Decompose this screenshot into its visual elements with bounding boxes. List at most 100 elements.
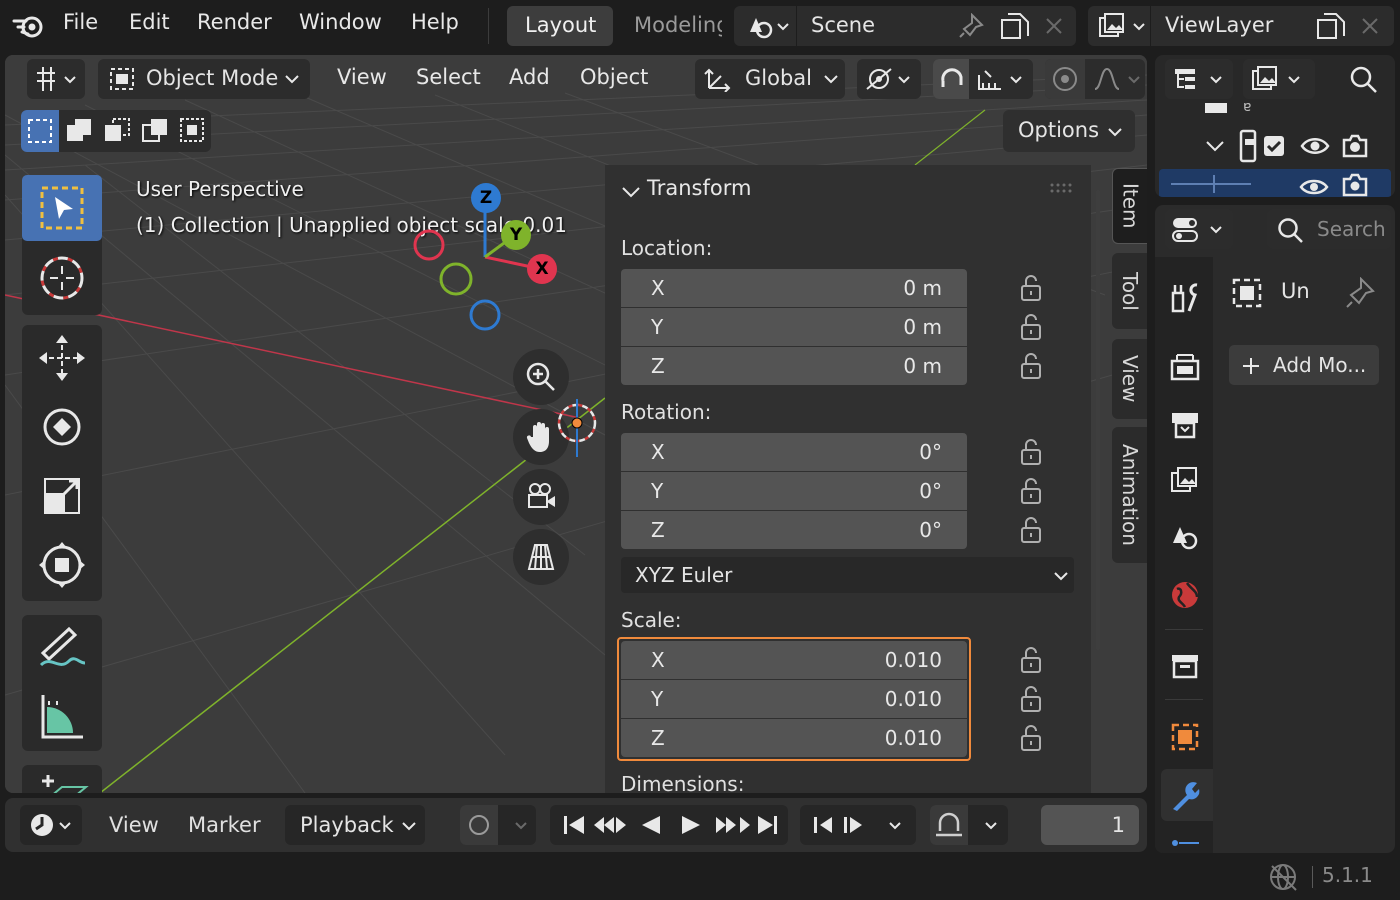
display-mode-dropdown[interactable] xyxy=(1165,59,1233,99)
tool-select-box[interactable] xyxy=(22,175,102,241)
render-layer-icon[interactable] xyxy=(1096,12,1150,40)
menu-help[interactable]: Help xyxy=(411,10,459,34)
modifier-tab-active[interactable] xyxy=(1161,769,1213,821)
rotation-y-field[interactable]: Y 0° xyxy=(621,472,967,510)
lock-icon[interactable] xyxy=(1020,516,1042,544)
camera-icon[interactable] xyxy=(1341,173,1369,197)
new-scene-icon[interactable] xyxy=(1000,12,1030,40)
lock-icon[interactable] xyxy=(1020,438,1042,466)
editor-type-button[interactable] xyxy=(1165,209,1233,249)
proportional-edit[interactable] xyxy=(1045,59,1145,99)
select-new-button[interactable] xyxy=(21,110,59,152)
rotation-z-field[interactable]: Z 0° xyxy=(621,511,967,549)
close-icon[interactable] xyxy=(1044,16,1064,36)
tool-move[interactable] xyxy=(22,325,102,391)
location-y-field[interactable]: Y0 m xyxy=(621,308,967,346)
scale-y-field[interactable]: Y 0.010 xyxy=(621,680,967,718)
eye-icon[interactable] xyxy=(1300,135,1330,157)
playback-dropdown[interactable]: Playback xyxy=(285,805,425,845)
scale-z-field[interactable]: Z 0.010 xyxy=(621,719,967,757)
menu-add[interactable]: Add xyxy=(509,65,550,89)
tool-scale[interactable] xyxy=(22,463,102,529)
snap-controls[interactable] xyxy=(933,59,1033,99)
view-layer-name[interactable]: ViewLayer xyxy=(1165,13,1273,37)
select-mode-icons[interactable] xyxy=(65,117,205,145)
tool-settings-icon[interactable] xyxy=(1169,281,1201,315)
close-icon[interactable] xyxy=(1360,16,1380,36)
view-layer-properties-icon[interactable] xyxy=(1169,465,1201,495)
panel-scrollbar[interactable] xyxy=(1096,190,1100,650)
keyframe-jump-controls[interactable] xyxy=(800,805,916,845)
options-dropdown[interactable]: Options xyxy=(1003,110,1135,152)
menu-file[interactable]: File xyxy=(63,10,98,34)
projection-toggle-button[interactable] xyxy=(513,529,569,585)
eye-icon[interactable] xyxy=(1299,177,1329,197)
tab-modeling[interactable]: Modeling xyxy=(616,6,722,46)
tool-rotate[interactable] xyxy=(22,394,102,460)
pin-icon[interactable] xyxy=(1345,277,1377,309)
panel-title-transform[interactable]: Transform xyxy=(647,176,751,200)
checkbox-icon[interactable] xyxy=(1263,135,1285,157)
editor-type-button[interactable] xyxy=(27,59,85,99)
output-properties-icon[interactable] xyxy=(1169,409,1201,439)
location-x-field[interactable]: X0 m xyxy=(621,269,967,307)
keying-button[interactable] xyxy=(460,805,536,845)
gizmo-x-axis[interactable]: X xyxy=(527,254,557,284)
lock-icon[interactable] xyxy=(1020,352,1042,380)
scale-x-field[interactable]: X 0.010 xyxy=(621,641,967,679)
location-z-field[interactable]: Z0 m xyxy=(621,347,967,385)
current-frame-field[interactable]: 1 xyxy=(1041,805,1139,845)
tab-animation[interactable]: Animation xyxy=(1112,427,1147,563)
world-properties-icon[interactable] xyxy=(1169,579,1201,611)
search-field[interactable]: Search xyxy=(1267,209,1391,249)
rotation-mode-dropdown[interactable]: XYZ Euler xyxy=(621,557,1074,593)
editor-type-button[interactable] xyxy=(20,805,82,845)
menu-marker[interactable]: Marker xyxy=(188,813,261,837)
menu-view[interactable]: View xyxy=(109,813,159,837)
gizmo-y-axis[interactable]: Y xyxy=(501,220,531,250)
network-disabled-icon[interactable] xyxy=(1268,862,1300,892)
rotation-x-field[interactable]: X 0° xyxy=(621,433,967,471)
tool-cursor[interactable] xyxy=(22,245,102,311)
tab-item[interactable]: Item xyxy=(1112,168,1147,244)
camera-view-button[interactable] xyxy=(513,469,569,525)
menu-object[interactable]: Object xyxy=(580,65,648,89)
chevron-down-icon[interactable] xyxy=(1205,139,1225,155)
camera-icon[interactable] xyxy=(1341,133,1369,159)
lock-icon[interactable] xyxy=(1020,724,1042,752)
outliner[interactable]: ɐ xyxy=(1155,55,1395,197)
scene-icon[interactable] xyxy=(742,12,792,40)
tool-measure[interactable] xyxy=(22,683,102,749)
menu-edit[interactable]: Edit xyxy=(129,10,170,34)
object-properties-icon[interactable] xyxy=(1169,721,1201,753)
object-name[interactable]: Un xyxy=(1281,279,1310,303)
add-modifier-button[interactable]: Add Mo... xyxy=(1229,345,1379,385)
3d-viewport[interactable]: Object Mode View Select Add Object Globa… xyxy=(5,55,1147,793)
menu-render[interactable]: Render xyxy=(197,10,272,34)
menu-window[interactable]: Window xyxy=(299,10,382,34)
blender-logo-icon[interactable] xyxy=(12,12,46,40)
pin-icon[interactable] xyxy=(958,13,986,39)
orientation-dropdown[interactable]: Global xyxy=(695,59,845,99)
render-properties-icon[interactable] xyxy=(1169,353,1201,383)
mode-dropdown[interactable]: Object Mode xyxy=(98,59,310,99)
tab-tool[interactable]: Tool xyxy=(1112,253,1147,329)
outliner-row-selected[interactable] xyxy=(1159,169,1391,197)
search-icon[interactable] xyxy=(1349,65,1379,95)
new-layer-icon[interactable] xyxy=(1316,12,1346,40)
filter-dropdown[interactable] xyxy=(1243,59,1315,99)
tab-view[interactable]: View xyxy=(1112,339,1147,419)
menu-view[interactable]: View xyxy=(337,65,387,89)
lock-icon[interactable] xyxy=(1020,313,1042,341)
tool-transform[interactable] xyxy=(22,532,102,598)
pivot-dropdown[interactable] xyxy=(857,59,921,99)
menu-select[interactable]: Select xyxy=(416,65,481,89)
chevron-down-icon[interactable] xyxy=(621,185,641,201)
transport-icons[interactable] xyxy=(554,811,784,839)
lock-icon[interactable] xyxy=(1020,685,1042,713)
add-cube-icon[interactable] xyxy=(36,771,90,793)
scene-name[interactable]: Scene xyxy=(811,13,875,37)
auto-keying-button[interactable] xyxy=(930,805,1008,845)
drag-handle-icon[interactable] xyxy=(1049,181,1075,195)
gizmo-z-axis[interactable]: Z xyxy=(471,183,501,213)
